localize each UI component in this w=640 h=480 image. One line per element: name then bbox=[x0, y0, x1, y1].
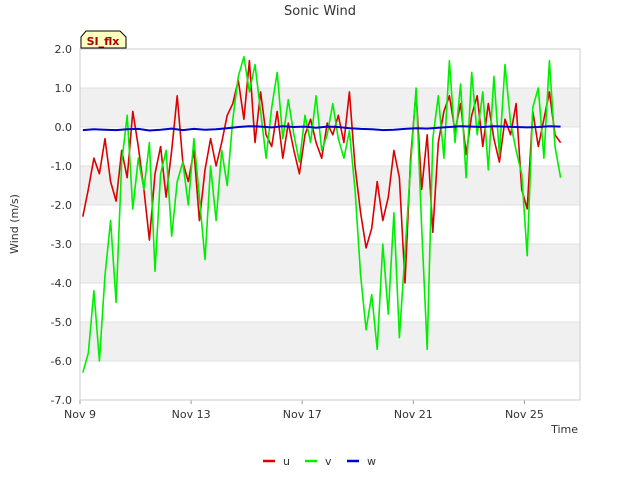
x-axis-label: Time bbox=[550, 423, 578, 436]
plot-band bbox=[80, 283, 580, 322]
plot-band bbox=[80, 127, 580, 166]
site-badge-label: SI_flx bbox=[87, 35, 120, 48]
plot-band bbox=[80, 361, 580, 400]
y-tick-label: -5.0 bbox=[51, 316, 72, 329]
legend-label-w: w bbox=[367, 455, 376, 468]
plot-band bbox=[80, 322, 580, 361]
y-tick-label: -6.0 bbox=[51, 355, 72, 368]
chart-title: Sonic Wind bbox=[284, 4, 356, 19]
site-badge: SI_flx bbox=[80, 30, 127, 49]
y-tick-label: 2.0 bbox=[55, 43, 73, 56]
plot-area bbox=[80, 49, 580, 400]
y-tick-label: -1.0 bbox=[51, 160, 72, 173]
wind-chart: Sonic Wind 2.0 1.0 0.0 -1.0 -2.0 -3.0 -4.0 -5.0… bbox=[0, 0, 640, 480]
y-axis-label: Wind (m/s) bbox=[8, 194, 21, 254]
x-tick-label: Nov 13 bbox=[172, 408, 211, 421]
x-tick-label: Nov 25 bbox=[505, 408, 544, 421]
y-tick-label: 1.0 bbox=[55, 82, 73, 95]
x-tick-label: Nov 9 bbox=[64, 408, 96, 421]
plot-band bbox=[80, 205, 580, 244]
legend-label-u: u bbox=[283, 455, 290, 468]
y-tick-label: -4.0 bbox=[51, 277, 72, 290]
x-tick-label: Nov 17 bbox=[283, 408, 322, 421]
y-tick-label: 0.0 bbox=[55, 121, 73, 134]
y-tick-label: -3.0 bbox=[51, 238, 72, 251]
legend-label-v: v bbox=[325, 455, 332, 468]
y-tick-label: -2.0 bbox=[51, 199, 72, 212]
y-tick-label: -7.0 bbox=[51, 394, 72, 407]
x-tick-label: Nov 21 bbox=[394, 408, 433, 421]
